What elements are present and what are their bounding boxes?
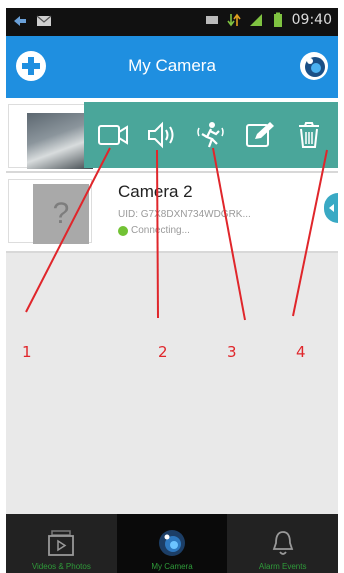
trash-icon xyxy=(299,122,320,148)
status-bar-right: 09:40 xyxy=(204,12,332,28)
signal-icon xyxy=(249,14,262,26)
annotation-label-1: 1 xyxy=(22,343,32,361)
bottom-nav: Videos & Photos My Camera Alarm Events xyxy=(6,514,338,573)
page-title: My Camera xyxy=(128,56,216,75)
camera-uid: UID: G7X8DXN734WDGRK... xyxy=(118,209,251,220)
status-bar-left xyxy=(12,13,52,29)
annotation-label-2: 2 xyxy=(158,343,168,361)
motion-detection-button[interactable] xyxy=(193,117,229,153)
battery-icon xyxy=(273,12,282,27)
camera-status: Connecting... xyxy=(118,225,190,236)
motion-detection-icon xyxy=(197,122,224,148)
edit-icon xyxy=(246,122,275,147)
status-bar: 09:40 xyxy=(6,8,338,36)
delete-button[interactable] xyxy=(291,117,327,153)
bell-icon xyxy=(272,531,293,555)
camera-status-text: Connecting... xyxy=(131,225,190,236)
nav-videos-photos[interactable]: Videos & Photos xyxy=(6,514,117,573)
status-dot-icon xyxy=(118,225,128,236)
camera-name: Camera 2 xyxy=(118,182,193,201)
mail-icon xyxy=(36,15,52,26)
back-notification-icon xyxy=(14,16,26,26)
unknown-camera-placeholder: ? xyxy=(33,184,89,244)
camera-action-bar xyxy=(84,102,338,168)
camera-row-1[interactable] xyxy=(6,98,338,173)
camera-row-2[interactable]: ? Camera 2 UID: G7X8DXN734WDGRK... Conne… xyxy=(6,173,338,253)
nav-label: Videos & Photos xyxy=(31,562,91,571)
audio-button[interactable] xyxy=(144,117,180,153)
camera-list: ? Camera 2 UID: G7X8DXN734WDGRK... Conne… xyxy=(6,98,338,253)
camera-lens-icon xyxy=(159,530,185,556)
video-icon xyxy=(97,125,128,145)
speaker-icon xyxy=(147,121,174,149)
annotation-label-3: 3 xyxy=(227,343,237,361)
expand-actions-tab[interactable] xyxy=(324,193,338,223)
annotation-label-4: 4 xyxy=(296,343,306,361)
status-time: 09:40 xyxy=(291,12,332,28)
camera-thumbnail[interactable] xyxy=(8,104,93,169)
settings-icon[interactable] xyxy=(298,50,330,82)
video-button[interactable] xyxy=(95,117,131,153)
nav-label: My Camera xyxy=(151,562,193,571)
edit-button[interactable] xyxy=(242,117,278,153)
data-arrows-icon xyxy=(227,13,241,27)
nav-my-camera[interactable]: My Camera xyxy=(116,514,228,573)
nav-alarm-events[interactable]: Alarm Events xyxy=(227,514,338,573)
media-gallery-icon xyxy=(48,530,75,556)
nav-label: Alarm Events xyxy=(258,562,307,571)
camera-thumbnail[interactable]: ? xyxy=(8,179,92,244)
phone-screen: 09:40 My Camera ? Camera 2 UID: G7X8DXN7… xyxy=(6,8,338,573)
sim-icon xyxy=(205,16,218,24)
app-header: My Camera xyxy=(6,36,338,98)
